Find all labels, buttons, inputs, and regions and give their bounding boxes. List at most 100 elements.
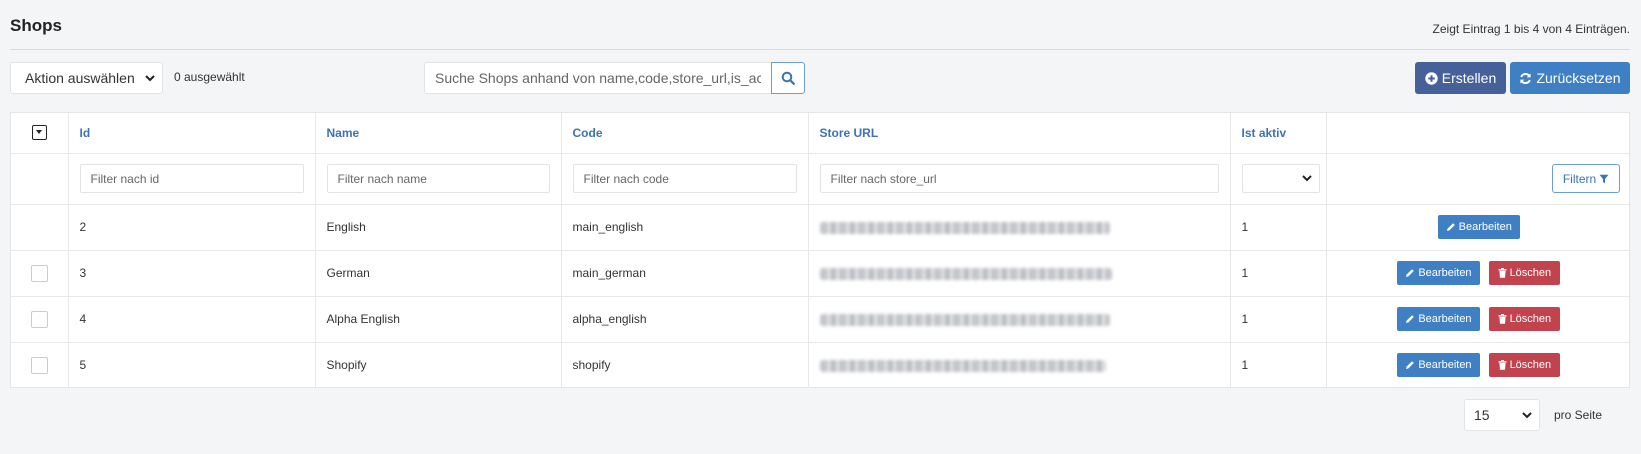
row-select-cell <box>11 296 69 343</box>
per-page-value: 15 <box>1474 407 1490 423</box>
edit-button-label: Bearbeiten <box>1418 359 1472 372</box>
edit-button[interactable]: Bearbeiten <box>1397 307 1480 331</box>
create-button[interactable]: Erstellen <box>1415 62 1506 94</box>
row-checkbox[interactable] <box>30 310 48 328</box>
row-select-cell <box>11 204 69 251</box>
filter-code-input[interactable] <box>572 164 797 193</box>
filter-cell-id <box>68 153 316 205</box>
column-header-id[interactable]: Id <box>68 113 316 154</box>
shops-table: Id Name Code Store URL Ist aktiv Filter … <box>10 112 1631 388</box>
cell-is-active: 1 <box>1230 296 1327 343</box>
row-select-cell <box>11 250 69 297</box>
delete-button-label: Löschen <box>1509 267 1552 279</box>
cell-id: 5 <box>68 342 316 388</box>
search-icon <box>781 71 795 85</box>
filter-icon <box>1599 174 1609 183</box>
cell-code: main_german <box>561 250 809 297</box>
chevron-down-icon <box>1301 175 1312 182</box>
cell-is-active: 1 <box>1230 204 1327 251</box>
column-header-name[interactable]: Name <box>315 113 562 154</box>
cell-is-active: 1 <box>1230 250 1327 297</box>
select-all-checkbox[interactable] <box>31 125 47 141</box>
entries-info: Zeigt Eintrag 1 bis 4 von 4 Einträgen. <box>1432 22 1630 36</box>
pencil-icon <box>1406 361 1415 370</box>
cell-store-url <box>808 342 1231 388</box>
filter-cell-is-active <box>1230 153 1327 205</box>
column-header-store-url[interactable]: Store URL <box>808 113 1231 154</box>
edit-button[interactable]: Bearbeiten <box>1437 215 1520 239</box>
pagination: 15 pro Seite <box>1464 399 1614 431</box>
pencil-icon <box>1406 269 1415 277</box>
cell-code: main_english <box>561 204 809 251</box>
redacted-store-url <box>819 267 1112 280</box>
row-select-cell <box>11 342 69 388</box>
delete-button[interactable]: Löschen <box>1488 353 1561 378</box>
redacted-store-url <box>819 360 1106 373</box>
cell-name: Alpha English <box>315 296 562 343</box>
create-button-label: Erstellen <box>1441 70 1497 86</box>
cell-actions: Bearbeiten Löschen <box>1326 296 1631 343</box>
edit-button-label: Bearbeiten <box>1418 267 1472 279</box>
chevron-down-icon <box>1522 412 1532 419</box>
filter-is-active-select[interactable] <box>1241 164 1320 193</box>
edit-button[interactable]: Bearbeiten <box>1397 261 1480 285</box>
filter-cell-actions: Filtern <box>1326 153 1631 205</box>
filter-id-input[interactable] <box>79 164 304 193</box>
table-row: 4 Alpha English alpha_english 1 Bearbeit… <box>11 296 1631 343</box>
redacted-store-url <box>819 313 1110 326</box>
cell-store-url <box>808 250 1231 297</box>
row-checkbox[interactable] <box>30 264 48 282</box>
cell-id: 3 <box>68 250 316 297</box>
filter-store-url-input[interactable] <box>819 164 1219 193</box>
page-title: Shops <box>10 16 62 35</box>
cell-actions: Bearbeiten Löschen <box>1326 342 1631 388</box>
column-header-code[interactable]: Code <box>561 113 809 154</box>
reset-button-label: Zurücksetzen <box>1536 70 1621 86</box>
page-header: Shops Zeigt Eintrag 1 bis 4 von 4 Einträ… <box>10 0 1630 50</box>
column-header-actions <box>1326 113 1631 154</box>
chevron-down-icon <box>145 75 155 82</box>
cell-name: English <box>315 204 562 251</box>
trash-icon <box>1498 314 1507 324</box>
edit-button[interactable]: Bearbeiten <box>1397 353 1480 378</box>
pencil-icon <box>1446 223 1455 231</box>
delete-button-label: Löschen <box>1509 313 1552 325</box>
plus-circle-icon <box>1425 71 1438 85</box>
bulk-action-select[interactable]: Aktion auswählen <box>10 62 163 94</box>
edit-button-label: Bearbeiten <box>1458 221 1512 233</box>
cell-code: alpha_english <box>561 296 809 343</box>
cell-id: 4 <box>68 296 316 343</box>
selected-count: 0 ausgewählt <box>174 70 245 84</box>
per-page-label: pro Seite <box>1554 408 1603 422</box>
filter-name-input[interactable] <box>326 164 550 193</box>
row-checkbox[interactable] <box>30 356 48 374</box>
cell-is-active: 1 <box>1230 342 1327 388</box>
search-input[interactable] <box>424 62 771 94</box>
table-row: 5 Shopify shopify 1 Bearbeiten Löschen <box>11 342 1631 388</box>
delete-button-label: Löschen <box>1509 359 1552 372</box>
column-header-is-active[interactable]: Ist aktiv <box>1230 113 1327 154</box>
filter-cell-store-url <box>808 153 1231 205</box>
cell-id: 2 <box>68 204 316 251</box>
cell-actions: Bearbeiten <box>1326 204 1631 251</box>
filter-cell-name <box>315 153 562 205</box>
per-page-select[interactable]: 15 <box>1464 399 1540 431</box>
cell-code: shopify <box>561 342 809 388</box>
redacted-store-url <box>819 221 1110 234</box>
cell-actions: Bearbeiten Löschen <box>1326 250 1631 297</box>
filter-row: Filter n <box>11 153 1631 205</box>
cell-store-url <box>808 296 1231 343</box>
cell-store-url <box>808 204 1231 251</box>
trash-icon <box>1498 360 1507 371</box>
edit-button-label: Bearbeiten <box>1418 313 1472 325</box>
table-row: 3 German main_german 1 Bearbeiten Lösche… <box>11 250 1631 297</box>
delete-button[interactable]: Löschen <box>1488 307 1561 331</box>
pencil-icon <box>1406 315 1415 323</box>
cell-name: German <box>315 250 562 297</box>
reset-button[interactable]: Zurücksetzen <box>1510 62 1630 94</box>
table-header-row: Id Name Code Store URL Ist aktiv <box>11 113 1631 154</box>
delete-button[interactable]: Löschen <box>1488 261 1561 285</box>
table-row: 2 English main_english 1 Bearbeiten <box>11 204 1631 251</box>
filter-button[interactable]: Filtern <box>1552 164 1620 193</box>
search-button[interactable] <box>771 62 805 94</box>
